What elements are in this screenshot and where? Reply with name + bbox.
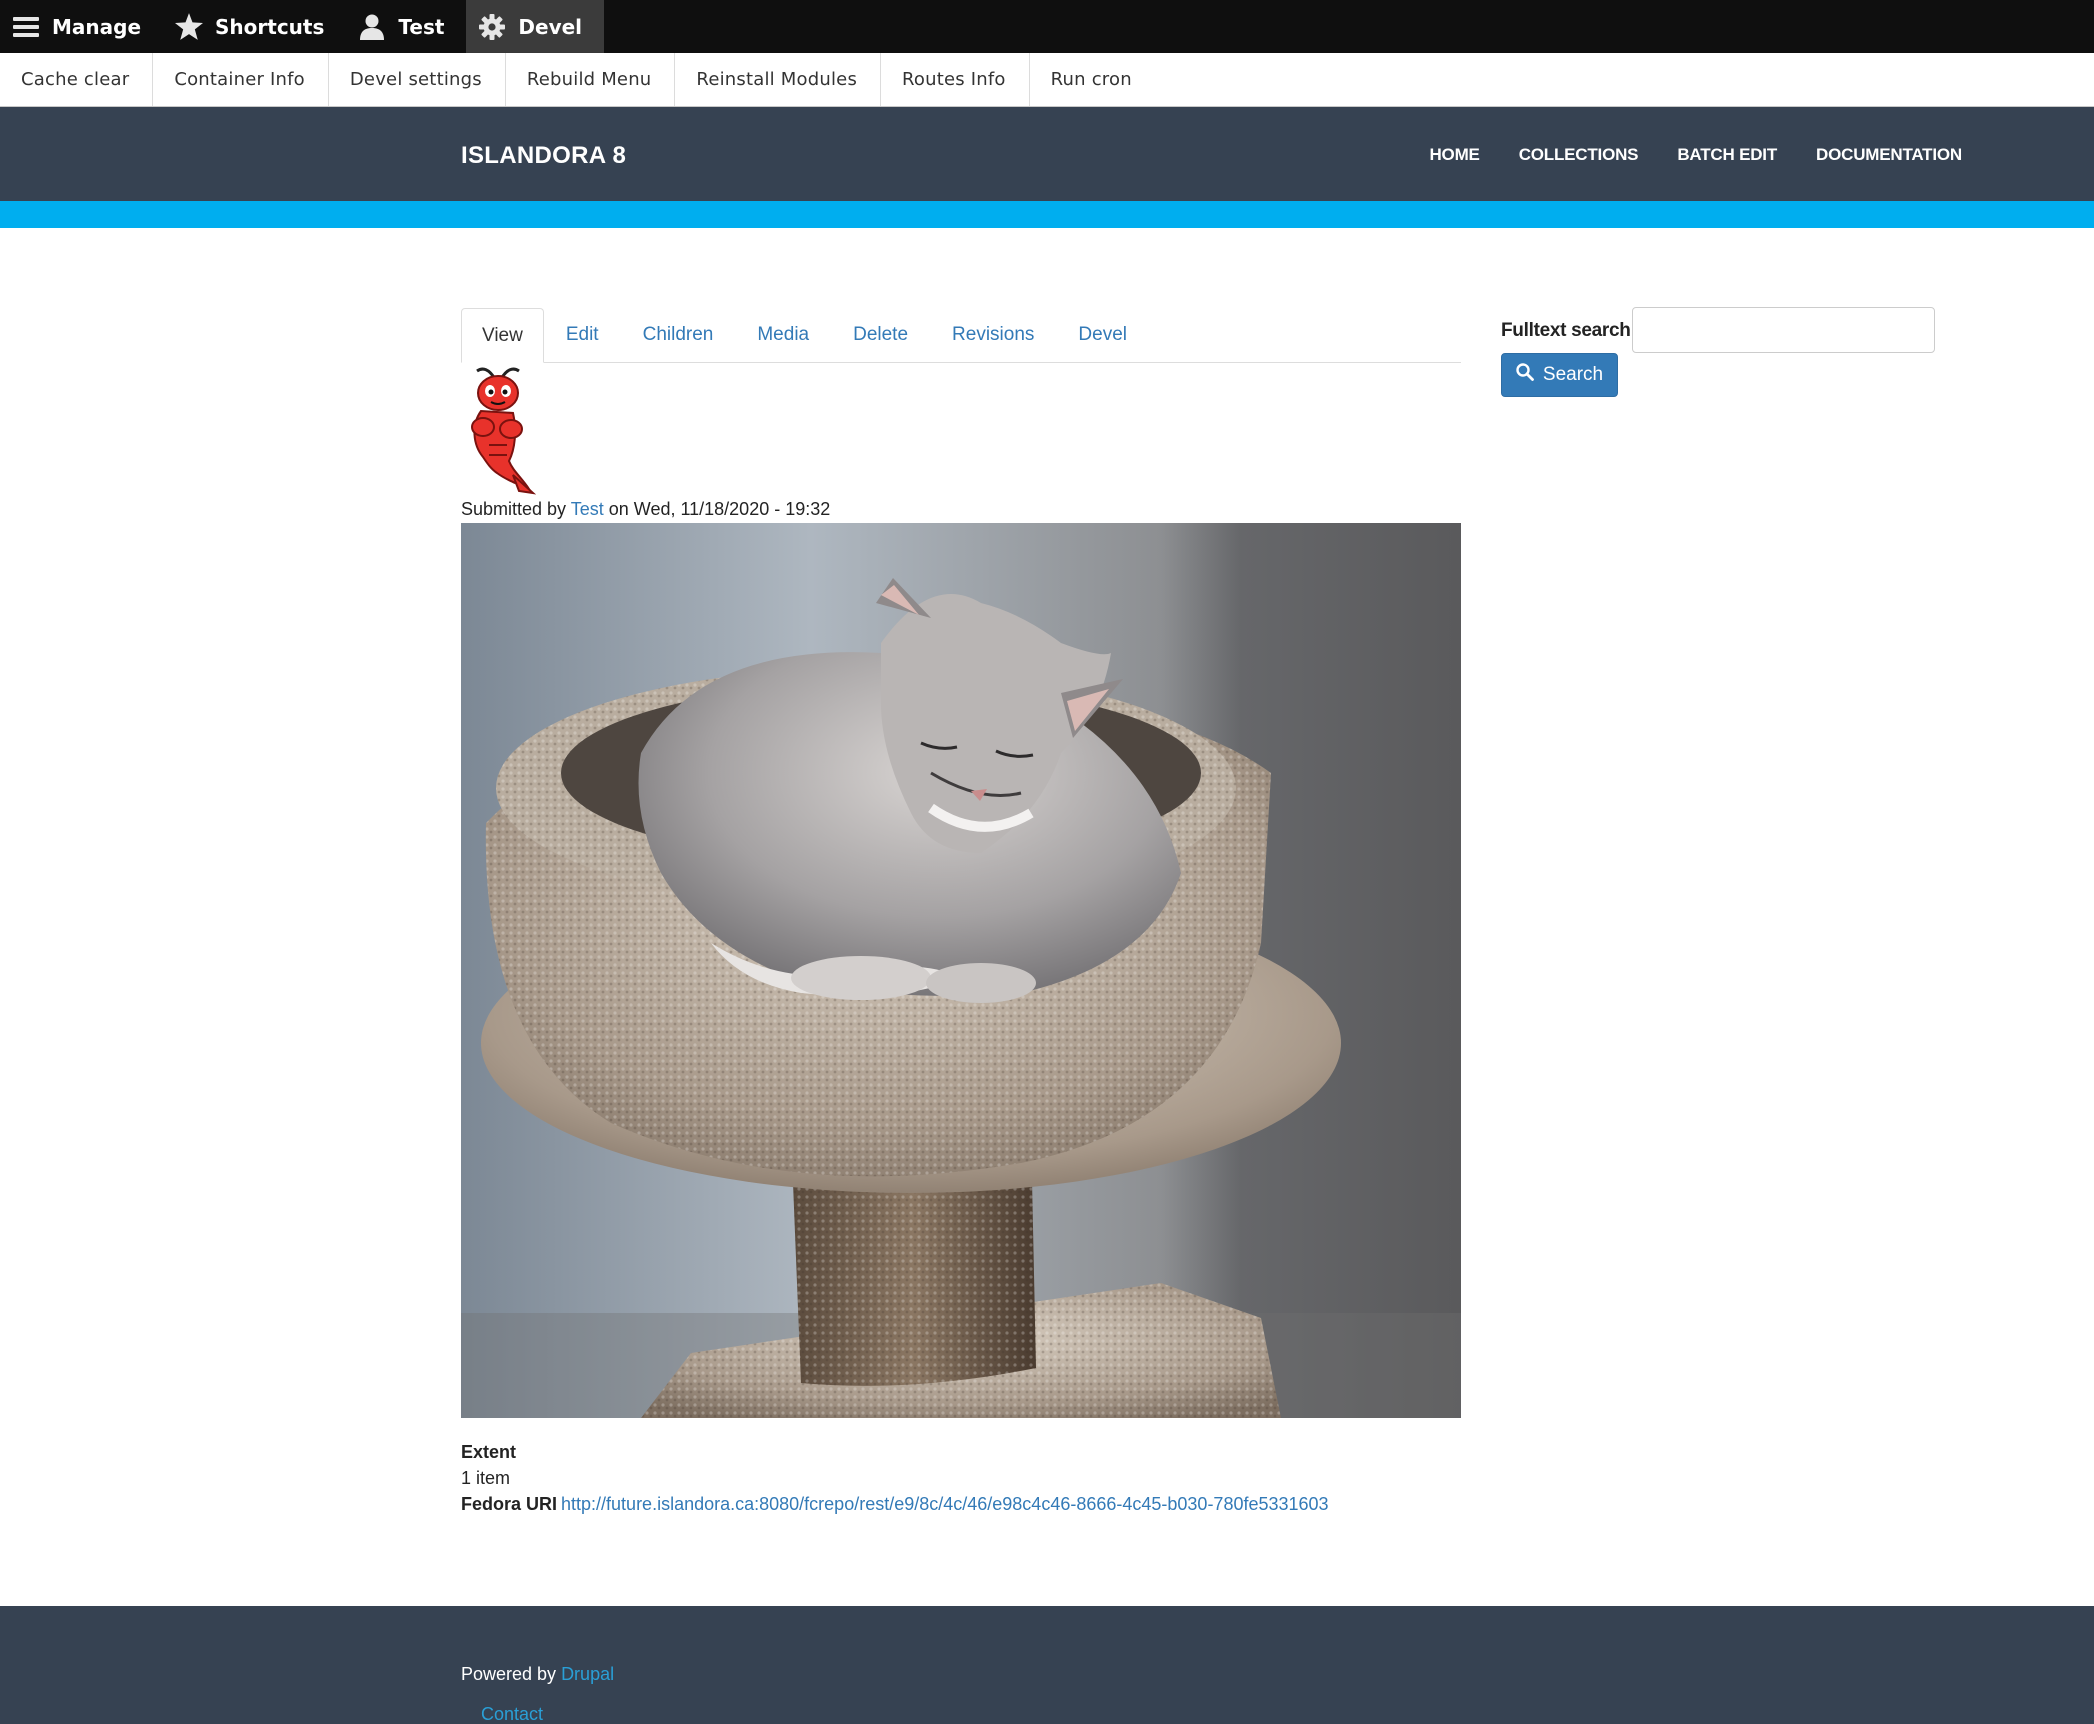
tray-routes-info[interactable]: Routes Info — [881, 53, 1030, 106]
powered-by-prefix: Powered by — [461, 1664, 562, 1684]
fulltext-search-label: Fulltext search — [1501, 320, 1631, 341]
local-tasks-tabs: View Edit Children Media Delete Revision… — [461, 308, 1461, 363]
toolbar-devel[interactable]: Devel — [466, 0, 605, 53]
tab-delete[interactable]: Delete — [831, 308, 930, 362]
hamburger-icon — [12, 13, 40, 41]
toolbar-shortcuts-label: Shortcuts — [215, 14, 325, 39]
extent-label: Extent — [461, 1442, 517, 1462]
tray-reinstall-modules[interactable]: Reinstall Modules — [675, 53, 882, 106]
cat-photo-image — [461, 523, 1461, 1418]
tab-edit[interactable]: Edit — [544, 308, 621, 362]
tray-cache-clear[interactable]: Cache clear — [0, 53, 154, 106]
user-icon — [358, 13, 386, 41]
site-footer: Powered by Drupal Contact — [0, 1606, 2094, 1724]
tab-media[interactable]: Media — [735, 308, 831, 362]
extent-value: 1 item — [461, 1468, 511, 1488]
tray-container-info[interactable]: Container Info — [153, 53, 329, 106]
tab-devel[interactable]: Devel — [1056, 308, 1149, 362]
site-name[interactable]: ISLANDORA 8 — [461, 142, 626, 170]
tray-devel-settings[interactable]: Devel settings — [329, 53, 506, 106]
tray-run-cron[interactable]: Run cron — [1030, 53, 1155, 106]
drupal-link[interactable]: Drupal — [561, 1664, 614, 1684]
author-link[interactable]: Test — [571, 499, 604, 519]
search-button-label: Search — [1542, 364, 1604, 385]
tray-rebuild-menu[interactable]: Rebuild Menu — [506, 53, 676, 106]
nav-home[interactable]: HOME — [1429, 145, 1479, 165]
toolbar-shortcuts[interactable]: Shortcuts — [163, 0, 346, 53]
powered-by: Powered by Drupal — [461, 1664, 614, 1685]
main-nav: HOME COLLECTIONS BATCH EDIT DOCUMENTATIO… — [1429, 145, 1962, 165]
tab-revisions[interactable]: Revisions — [930, 308, 1056, 362]
fedora-uri-link[interactable]: http://future.islandora.ca:8080/fcrepo/r… — [561, 1494, 1329, 1514]
contact-link[interactable]: Contact — [481, 1704, 543, 1724]
nav-documentation[interactable]: DOCUMENTATION — [1816, 145, 1962, 165]
toolbar-manage[interactable]: Manage — [0, 0, 163, 53]
tab-view[interactable]: View — [461, 308, 544, 363]
toolbar-devel-label: Devel — [518, 14, 583, 39]
devel-tray: Cache clear Container Info Devel setting… — [0, 53, 2094, 107]
submitted-date: on Wed, 11/18/2020 - 19:32 — [603, 499, 831, 519]
star-icon — [175, 13, 204, 41]
fedora-uri-field: Fedora URI http://future.islandora.ca:808… — [461, 1494, 1329, 1515]
lobster-thumbnail-image[interactable] — [461, 365, 537, 495]
submitted-line: Submitted by Test on Wed, 11/18/2020 - 1… — [461, 499, 830, 520]
toolbar-user-label: Test — [398, 14, 445, 39]
gear-icon — [478, 13, 506, 41]
tab-children[interactable]: Children — [621, 308, 736, 362]
search-icon — [1516, 363, 1534, 387]
site-header: ISLANDORA 8 HOME COLLECTIONS BATCH EDIT … — [0, 107, 2094, 201]
search-button[interactable]: Search — [1501, 353, 1618, 397]
nav-collections[interactable]: COLLECTIONS — [1519, 145, 1639, 165]
toolbar-manage-label: Manage — [52, 14, 142, 39]
admin-toolbar: Manage Shortcuts Test Devel — [0, 0, 2094, 53]
nav-batch-edit[interactable]: BATCH EDIT — [1677, 145, 1777, 165]
fedora-uri-label: Fedora URI — [461, 1494, 558, 1514]
submitted-prefix: Submitted by — [461, 499, 571, 519]
fulltext-search-input[interactable] — [1632, 307, 1935, 353]
accent-bar — [0, 201, 2094, 228]
toolbar-user[interactable]: Test — [346, 0, 466, 53]
